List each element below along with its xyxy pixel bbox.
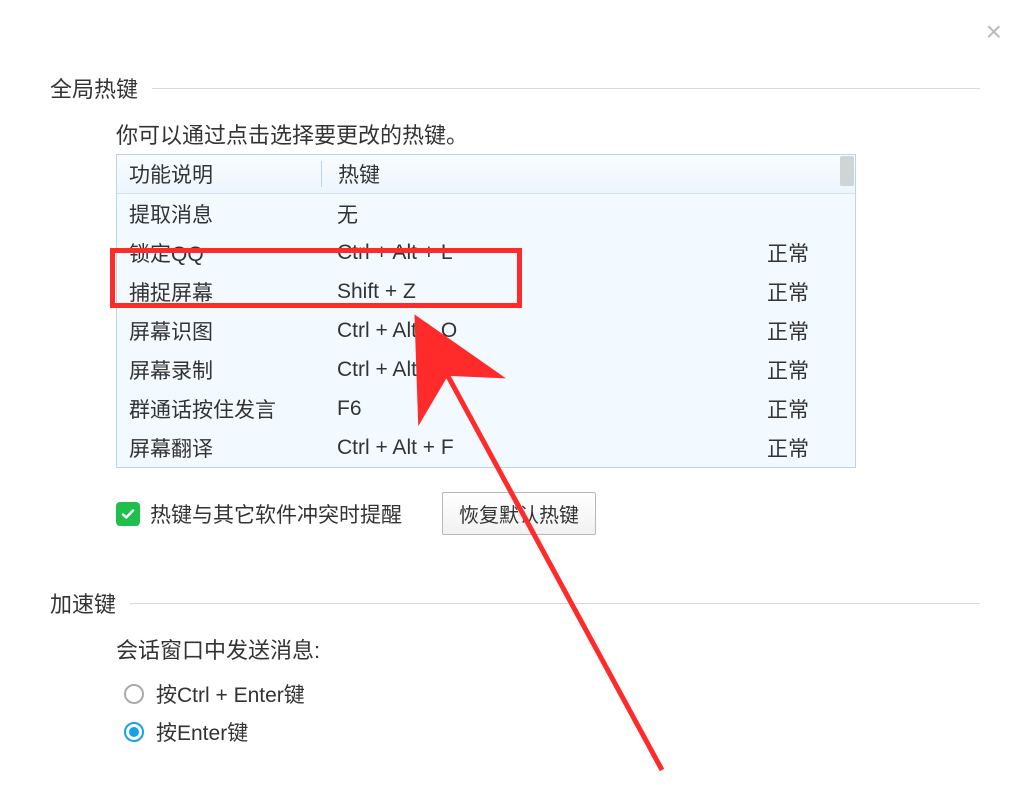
cell-hotkey: F6 — [321, 397, 641, 421]
col-header-function: 功能说明 — [117, 159, 321, 189]
cell-status: 正常 — [641, 355, 855, 385]
cell-status: 正常 — [641, 277, 855, 307]
section-divider — [152, 88, 980, 89]
settings-panel: 全局热键 你可以通过点击选择要更改的热键。 功能说明 热键 提取消息 无 锁定Q… — [50, 72, 980, 751]
cell-function: 群通话按住发言 — [117, 394, 321, 424]
cell-function: 屏幕识图 — [117, 316, 321, 346]
hotkey-table: 功能说明 热键 提取消息 无 锁定QQ Ctrl + Alt + L 正常 捕捉… — [116, 154, 856, 468]
cell-hotkey: Ctrl + Alt + L — [321, 241, 641, 265]
section-accel-header: 加速键 — [50, 587, 980, 619]
hotkey-bottom-controls: 热键与其它软件冲突时提醒 恢复默认热键 — [116, 492, 980, 535]
col-header-hotkey: 热键 — [322, 159, 642, 189]
radio-ctrl-enter[interactable]: 按Ctrl + Enter键 — [124, 675, 980, 713]
cell-hotkey: Ctrl + Alt + O — [321, 319, 641, 343]
section-global-hotkeys-header: 全局热键 — [50, 72, 980, 104]
radio-icon — [124, 684, 144, 704]
table-row[interactable]: 屏幕识图 Ctrl + Alt + O 正常 — [117, 311, 855, 350]
close-icon[interactable]: × — [986, 18, 1002, 46]
scrollbar-thumb[interactable] — [840, 156, 854, 186]
cell-hotkey: Shift + Z — [321, 280, 641, 304]
cell-function: 捕捉屏幕 — [117, 277, 321, 307]
hotkey-hint: 你可以通过点击选择要更改的热键。 — [116, 118, 980, 150]
table-row[interactable]: 锁定QQ Ctrl + Alt + L 正常 — [117, 233, 855, 272]
cell-status: 正常 — [641, 316, 855, 346]
conflict-warn-checkbox[interactable]: 热键与其它软件冲突时提醒 — [116, 499, 402, 529]
cell-hotkey: Ctrl + Alt + F — [321, 436, 641, 460]
restore-defaults-button[interactable]: 恢复默认热键 — [442, 492, 596, 535]
radio-label: 按Ctrl + Enter键 — [156, 679, 305, 709]
cell-function: 屏幕翻译 — [117, 433, 321, 463]
section-divider — [130, 603, 980, 604]
radio-icon — [124, 722, 144, 742]
cell-function: 锁定QQ — [117, 238, 321, 268]
radio-label: 按Enter键 — [156, 717, 248, 747]
cell-function: 提取消息 — [117, 199, 321, 229]
table-row[interactable]: 捕捉屏幕 Shift + Z 正常 — [117, 272, 855, 311]
table-row[interactable]: 群通话按住发言 F6 正常 — [117, 389, 855, 428]
section-title: 加速键 — [50, 587, 116, 619]
section-title: 全局热键 — [50, 72, 138, 104]
table-row[interactable]: 屏幕翻译 Ctrl + Alt + F 正常 — [117, 428, 855, 467]
cell-function: 屏幕录制 — [117, 355, 321, 385]
cell-status: 正常 — [641, 394, 855, 424]
send-message-label: 会话窗口中发送消息: — [116, 633, 980, 665]
checkbox-label: 热键与其它软件冲突时提醒 — [150, 499, 402, 529]
cell-status: 正常 — [641, 238, 855, 268]
cell-status: 正常 — [641, 433, 855, 463]
radio-enter[interactable]: 按Enter键 — [124, 713, 980, 751]
table-row[interactable]: 提取消息 无 — [117, 194, 855, 233]
checkmark-icon — [116, 502, 140, 526]
cell-hotkey: 无 — [321, 199, 641, 229]
table-header: 功能说明 热键 — [117, 155, 855, 194]
table-row[interactable]: 屏幕录制 Ctrl + Alt + S 正常 — [117, 350, 855, 389]
cell-hotkey: Ctrl + Alt + S — [321, 358, 641, 382]
